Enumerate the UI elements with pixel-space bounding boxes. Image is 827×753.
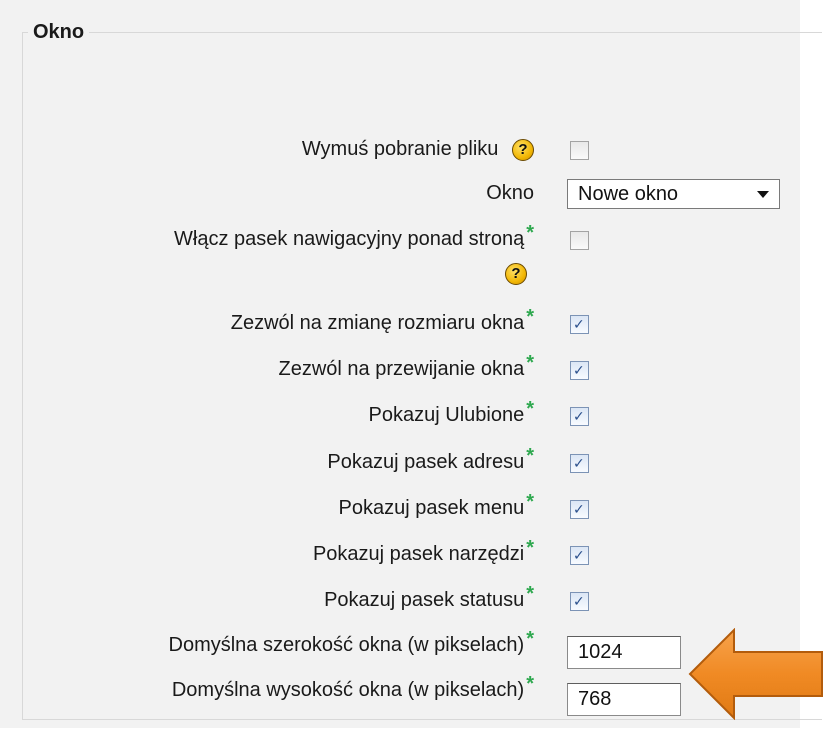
menu-bar-checkbox[interactable]: ✓ — [570, 500, 589, 519]
address-bar-checkbox[interactable]: ✓ — [570, 454, 589, 473]
check-icon: ✓ — [573, 316, 585, 332]
toolbar-checkbox[interactable]: ✓ — [570, 546, 589, 565]
settings-panel: Okno Wymuś pobranie pliku ? Okno Nowe ok… — [0, 0, 822, 728]
required-star-icon: * — [526, 352, 534, 374]
required-star-icon: * — [526, 673, 534, 695]
check-icon: ✓ — [573, 501, 585, 517]
check-icon: ✓ — [573, 408, 585, 424]
page: Okno Wymuś pobranie pliku ? Okno Nowe ok… — [0, 0, 827, 753]
nav-bar-label-group: Włącz pasek nawigacyjny ponad stroną * — [174, 222, 534, 252]
force-download-label-group: Wymuś pobranie pliku ? — [302, 136, 534, 162]
force-download-label: Wymuś pobranie pliku — [301, 138, 499, 160]
height-input[interactable]: 768 — [567, 683, 681, 716]
check-icon: ✓ — [573, 455, 585, 471]
status-bar-label-group: Pokazuj pasek statusu * — [324, 583, 534, 613]
scroll-label-group: Zezwól na przewijanie okna * — [278, 352, 534, 382]
required-star-icon: * — [526, 628, 534, 650]
chevron-down-icon — [757, 191, 769, 198]
nav-bar-label: Włącz pasek nawigacyjny ponad stroną — [174, 228, 525, 250]
resize-label: Zezwól na zmianę rozmiaru okna — [230, 312, 525, 334]
favorites-checkbox[interactable]: ✓ — [570, 407, 589, 426]
required-star-icon: * — [526, 445, 534, 467]
toolbar-label-group: Pokazuj pasek narzędzi * — [312, 537, 534, 567]
required-star-icon: * — [526, 491, 534, 513]
resize-checkbox[interactable]: ✓ — [570, 315, 589, 334]
scroll-label: Zezwól na przewijanie okna — [278, 358, 525, 380]
required-star-icon: * — [526, 398, 534, 420]
check-icon: ✓ — [573, 547, 585, 563]
nav-bar-checkbox[interactable] — [570, 231, 589, 250]
menu-bar-label: Pokazuj pasek menu — [338, 497, 525, 519]
height-label-group: Domyślna wysokość okna (w pikselach) * — [171, 673, 534, 703]
favorites-label-group: Pokazuj Ulubione * — [368, 398, 534, 428]
toolbar-label: Pokazuj pasek narzędzi — [312, 543, 525, 565]
menu-bar-label-group: Pokazuj pasek menu * — [338, 491, 534, 521]
required-star-icon: * — [526, 222, 534, 244]
window-select-value: Nowe okno — [578, 183, 679, 205]
width-input[interactable]: 1024 — [567, 636, 681, 669]
scroll-checkbox[interactable]: ✓ — [570, 361, 589, 380]
required-star-icon: * — [526, 306, 534, 328]
left-arrow-icon — [688, 628, 823, 720]
help-icon[interactable]: ? — [505, 263, 527, 285]
status-bar-label: Pokazuj pasek statusu — [324, 589, 525, 611]
check-icon: ✓ — [573, 593, 585, 609]
required-star-icon: * — [526, 583, 534, 605]
fieldset-legend: Okno — [28, 19, 90, 45]
width-label: Domyślna szerokość okna (w pikselach) — [168, 634, 525, 656]
status-bar-checkbox[interactable]: ✓ — [570, 592, 589, 611]
help-icon[interactable]: ? — [512, 138, 534, 161]
resize-label-group: Zezwól na zmianę rozmiaru okna * — [230, 306, 534, 336]
width-label-group: Domyślna szerokość okna (w pikselach) * — [168, 628, 534, 658]
address-bar-label: Pokazuj pasek adresu — [327, 451, 525, 473]
address-bar-label-group: Pokazuj pasek adresu * — [327, 445, 534, 475]
height-label: Domyślna wysokość okna (w pikselach) — [171, 679, 525, 701]
force-download-checkbox[interactable] — [570, 141, 589, 160]
window-label: Okno — [486, 182, 534, 204]
window-select[interactable]: Nowe okno — [567, 179, 780, 209]
check-icon: ✓ — [573, 362, 585, 378]
required-star-icon: * — [526, 537, 534, 559]
favorites-label: Pokazuj Ulubione — [368, 404, 525, 426]
